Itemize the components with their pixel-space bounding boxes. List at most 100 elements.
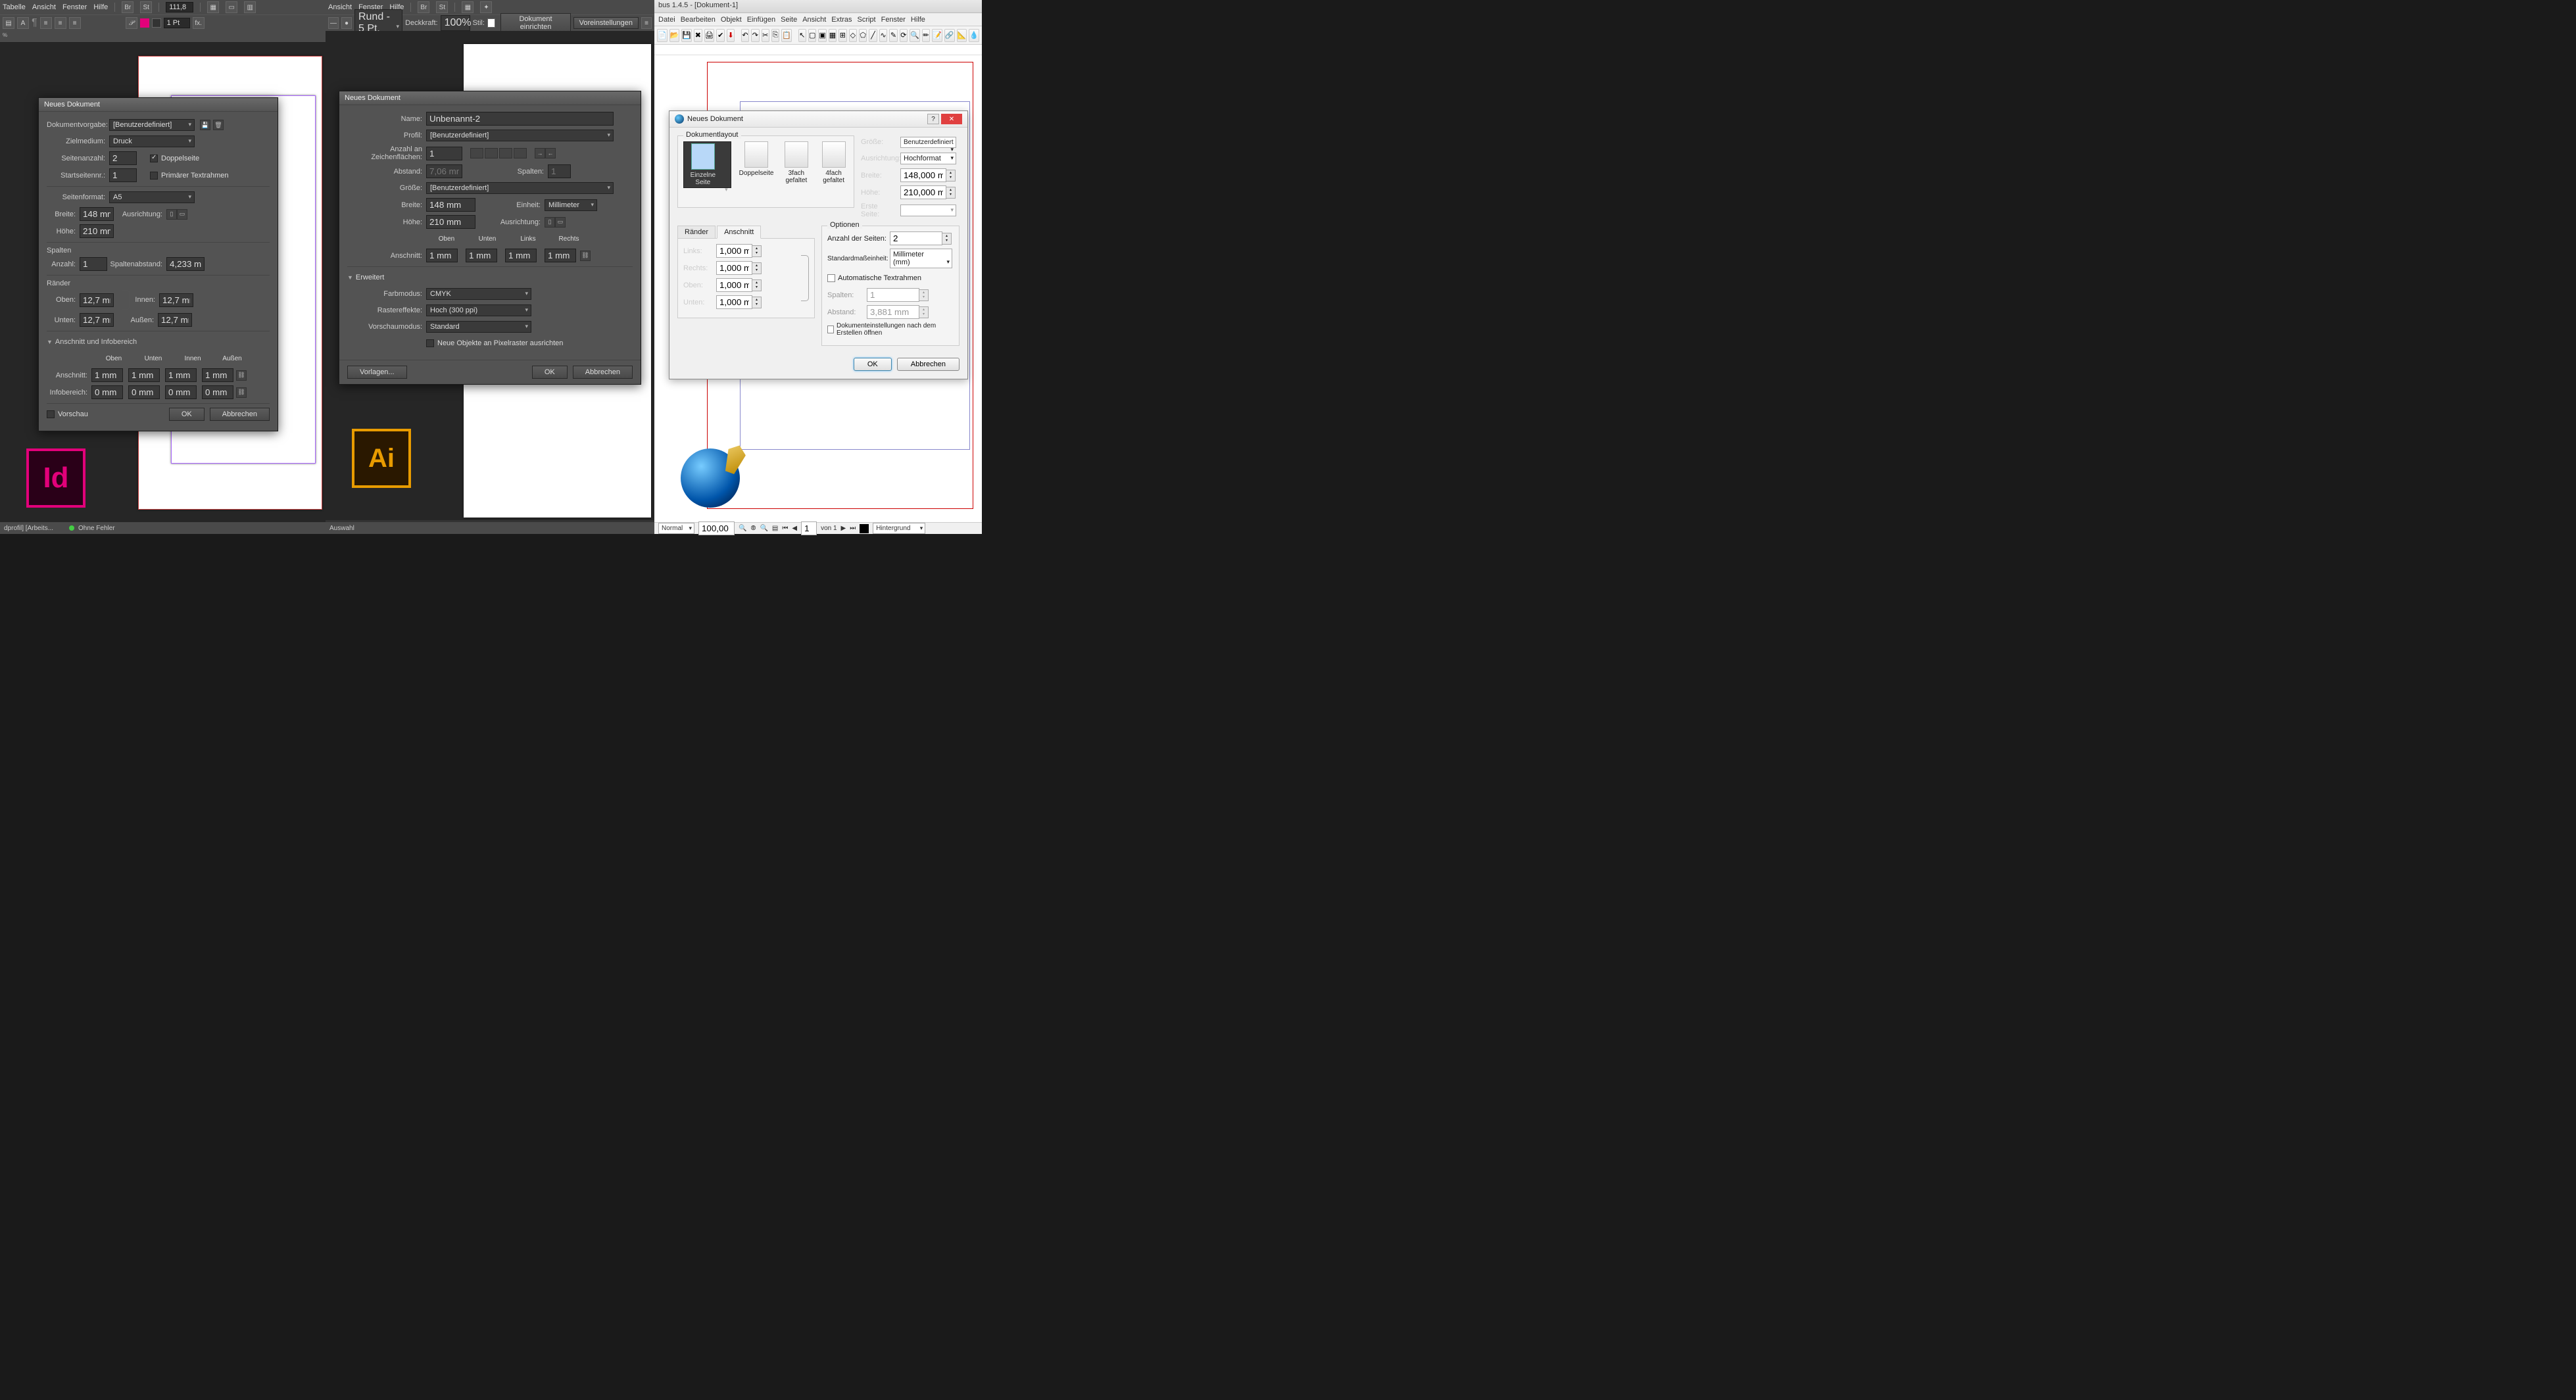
menu-bearbeiten[interactable]: Bearbeiten <box>681 16 716 24</box>
help-button[interactable]: ? <box>927 114 939 124</box>
tab-margins[interactable]: Ränder <box>677 226 716 238</box>
grid-ltr-icon[interactable] <box>470 148 483 158</box>
paste-icon[interactable]: 📋 <box>781 29 792 42</box>
mleft-input[interactable] <box>716 244 752 258</box>
mtop-input[interactable] <box>716 278 752 292</box>
menu-einfuegen[interactable]: Einfügen <box>747 16 775 24</box>
landscape-icon[interactable]: ▭ <box>177 209 187 220</box>
bleed-outside-input[interactable] <box>202 368 233 382</box>
zoomout-icon[interactable]: 🔍 <box>739 525 746 532</box>
save-preset-icon[interactable]: 💾 <box>200 120 210 130</box>
ok-button[interactable]: OK <box>169 408 205 421</box>
screen-icon[interactable]: ▭ <box>226 1 237 13</box>
brush-icon[interactable]: — <box>328 17 339 29</box>
openafter-checkbox[interactable] <box>827 326 834 333</box>
story-icon[interactable]: 📝 <box>932 29 942 42</box>
ltr-icon[interactable]: → <box>535 148 545 158</box>
edit-icon[interactable]: ✏ <box>922 29 930 42</box>
bleed-bottom-input[interactable] <box>466 249 497 262</box>
mtop-input[interactable] <box>80 293 114 307</box>
delete-preset-icon[interactable]: 🗑 <box>213 120 224 130</box>
render-icon[interactable]: ▦ <box>829 29 837 42</box>
stock-icon[interactable]: St <box>140 1 152 13</box>
link-margins-icon[interactable] <box>122 290 130 310</box>
open-icon[interactable]: 📂 <box>669 29 680 42</box>
primary-tf-checkbox[interactable] <box>150 172 158 180</box>
firstpage-icon[interactable]: ⏮ <box>782 525 788 532</box>
pages-input[interactable] <box>109 151 137 165</box>
layout-single[interactable]: Einzelne Seite <box>683 141 731 188</box>
autotf-checkbox[interactable] <box>827 274 835 282</box>
layer-icon[interactable]: ▤ <box>772 525 778 532</box>
mode-select[interactable]: Normal <box>658 523 694 534</box>
width-input[interactable] <box>900 168 946 182</box>
bridge-icon[interactable]: Br <box>418 1 429 13</box>
minside-input[interactable] <box>159 293 193 307</box>
align-right-icon[interactable]: ≡ <box>69 17 81 29</box>
stroke-weight[interactable]: 1 Pt <box>164 18 190 28</box>
bridge-icon[interactable]: Br <box>122 1 134 13</box>
stock-icon[interactable]: St <box>436 1 448 13</box>
zoom100-icon[interactable]: ⦾ <box>750 525 756 532</box>
link-icon[interactable]: 🔗 <box>944 29 955 42</box>
align-center-icon[interactable]: ≡ <box>55 17 66 29</box>
textframe-icon[interactable]: ▢ <box>808 29 816 42</box>
height-input[interactable] <box>900 185 946 199</box>
fill-swatch[interactable] <box>140 18 149 28</box>
unit-select[interactable]: Millimeter <box>545 199 597 211</box>
pdf-icon[interactable]: ⬇ <box>727 29 735 42</box>
slug-outside-input[interactable] <box>202 385 233 399</box>
link-bleed-icon[interactable]: ⛓ <box>580 251 591 261</box>
brushsize-icon[interactable]: ● <box>341 17 352 29</box>
bleed-bottom-input[interactable] <box>128 368 160 382</box>
disclosure-icon[interactable]: ▼ <box>47 339 53 345</box>
menu-objekt[interactable]: Objekt <box>721 16 742 24</box>
start-input[interactable] <box>109 168 137 182</box>
landscape-icon[interactable]: ▭ <box>555 217 566 228</box>
copy-icon[interactable]: ⎘ <box>771 29 779 42</box>
imageframe-icon[interactable]: ▣ <box>818 29 826 42</box>
menu-hilfe[interactable]: Hilfe <box>911 16 925 24</box>
close-icon[interactable]: ✖ <box>694 29 702 42</box>
disclosure-icon[interactable]: ▼ <box>347 274 353 281</box>
slug-inside-input[interactable] <box>165 385 197 399</box>
menu-ansicht[interactable]: Ansicht <box>328 3 352 11</box>
intent-select[interactable]: Druck <box>109 135 195 147</box>
rotate-icon[interactable]: ⟳ <box>900 29 908 42</box>
layer-select[interactable]: Hintergrund <box>873 523 925 534</box>
menu-ansicht[interactable]: Ansicht <box>802 16 826 24</box>
line-icon[interactable]: ╱ <box>869 29 877 42</box>
link-margins-icon[interactable] <box>801 255 809 301</box>
preview-checkbox[interactable] <box>47 410 55 418</box>
mright-input[interactable] <box>716 261 752 275</box>
table-icon[interactable]: ⊞ <box>838 29 846 42</box>
print-icon[interactable]: 🖨 <box>704 29 715 42</box>
preset-select[interactable]: [Benutzerdefiniert] <box>109 119 195 131</box>
bleed-inside-input[interactable] <box>165 368 197 382</box>
menu-fenster[interactable]: Fenster <box>62 3 87 11</box>
ok-button[interactable]: OK <box>854 358 892 371</box>
menu-extras[interactable]: Extras <box>831 16 852 24</box>
grid-col-icon[interactable] <box>514 148 527 158</box>
mbottom-spin[interactable] <box>752 297 762 308</box>
slug-bottom-input[interactable] <box>128 385 160 399</box>
zoom-field[interactable]: 111,8 <box>166 2 193 12</box>
slug-top-input[interactable] <box>91 385 123 399</box>
layer-color-swatch[interactable] <box>860 524 869 533</box>
colgutter-input[interactable] <box>166 257 205 271</box>
height-input[interactable] <box>426 215 475 229</box>
char-icon[interactable]: ▤ <box>3 17 14 29</box>
shape-icon[interactable]: ◇ <box>849 29 857 42</box>
mright-spin[interactable] <box>752 262 762 274</box>
select-icon[interactable]: ↖ <box>798 29 806 42</box>
arrange-icon[interactable]: ▥ <box>244 1 256 13</box>
menu-seite[interactable]: Seite <box>781 16 797 24</box>
menu-tabelle[interactable]: Tabelle <box>3 3 26 11</box>
profile-select[interactable]: [Benutzerdefiniert] <box>426 130 614 141</box>
moutside-input[interactable] <box>158 313 192 327</box>
grid-rtl-icon[interactable] <box>485 148 498 158</box>
portrait-icon[interactable]: ▯ <box>166 209 177 220</box>
freehand-icon[interactable]: ✎ <box>889 29 897 42</box>
templates-button[interactable]: Vorlagen... <box>347 366 407 379</box>
numpages-input[interactable] <box>890 231 942 245</box>
